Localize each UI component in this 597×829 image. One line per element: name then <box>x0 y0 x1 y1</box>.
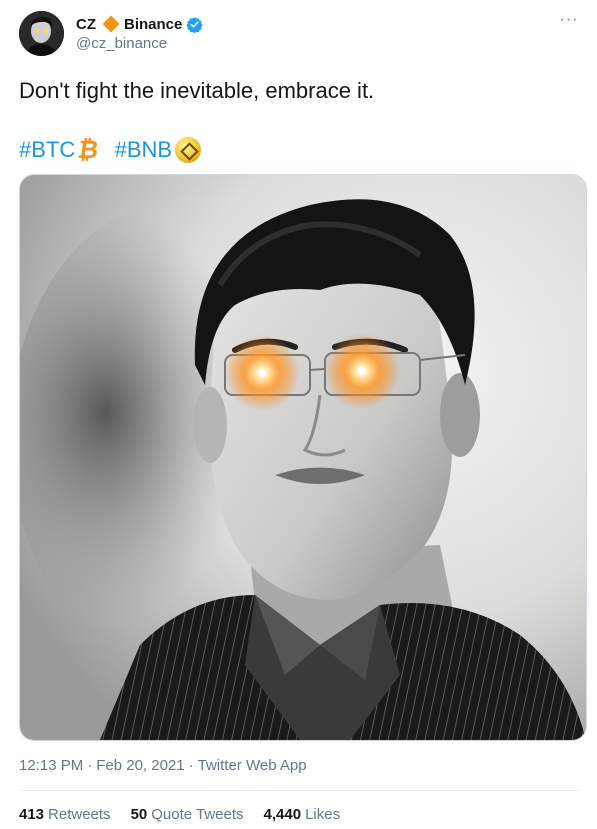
avatar-image <box>19 11 64 56</box>
quote-tweets-count: 50 <box>130 806 148 823</box>
author-name-row[interactable]: CZ Binance <box>76 14 204 34</box>
hashtag-btc[interactable]: #BTC <box>19 136 75 164</box>
meta-separator: · <box>87 757 93 774</box>
more-options-icon[interactable]: ··· <box>559 10 579 30</box>
tweet-photo[interactable] <box>19 174 587 741</box>
tweet-time[interactable]: 12:13 PM <box>19 757 83 774</box>
tweet-text: Don't fight the inevitable, embrace it. <box>19 78 375 103</box>
hashtag-row: #BTC ₿ #BNB <box>19 136 202 164</box>
tweet-meta: 12:13 PM · Feb 20, 2021 · Twitter Web Ap… <box>19 757 307 774</box>
orange-diamond-icon <box>102 15 120 33</box>
meta-separator-2: · <box>188 757 194 774</box>
retweets-label: Retweets <box>48 806 111 823</box>
likes-count: 4,440 <box>263 806 302 823</box>
bnb-coin-emoji-icon <box>175 137 202 163</box>
retweets-count: 413 <box>19 806 45 823</box>
quote-tweets-label: Quote Tweets <box>151 806 244 823</box>
portrait-photo <box>20 175 586 740</box>
likes-label: Likes <box>305 806 341 823</box>
tweet: CZ Binance @cz_binance ··· Don't fight t… <box>0 0 597 829</box>
bitcoin-emoji-icon: ₿ <box>76 136 101 164</box>
engagement-stats: 413 Retweets 50 Quote Tweets 4,440 Likes <box>19 806 340 823</box>
avatar[interactable] <box>19 11 64 56</box>
verified-badge-icon <box>186 16 204 33</box>
divider <box>19 790 579 791</box>
tweet-date[interactable]: Feb 20, 2021 <box>96 757 184 774</box>
author-handle[interactable]: @cz_binance <box>76 35 167 52</box>
hashtag-bnb[interactable]: #BNB <box>115 136 172 164</box>
likes-stat[interactable]: 4,440 Likes <box>264 806 341 823</box>
quote-tweets-stat[interactable]: 50 Quote Tweets <box>131 806 244 823</box>
retweets-stat[interactable]: 413 Retweets <box>19 806 111 823</box>
author-name[interactable]: CZ <box>76 16 96 33</box>
author-affiliation[interactable]: Binance <box>124 16 182 33</box>
tweet-source-app[interactable]: Twitter Web App <box>198 757 307 774</box>
